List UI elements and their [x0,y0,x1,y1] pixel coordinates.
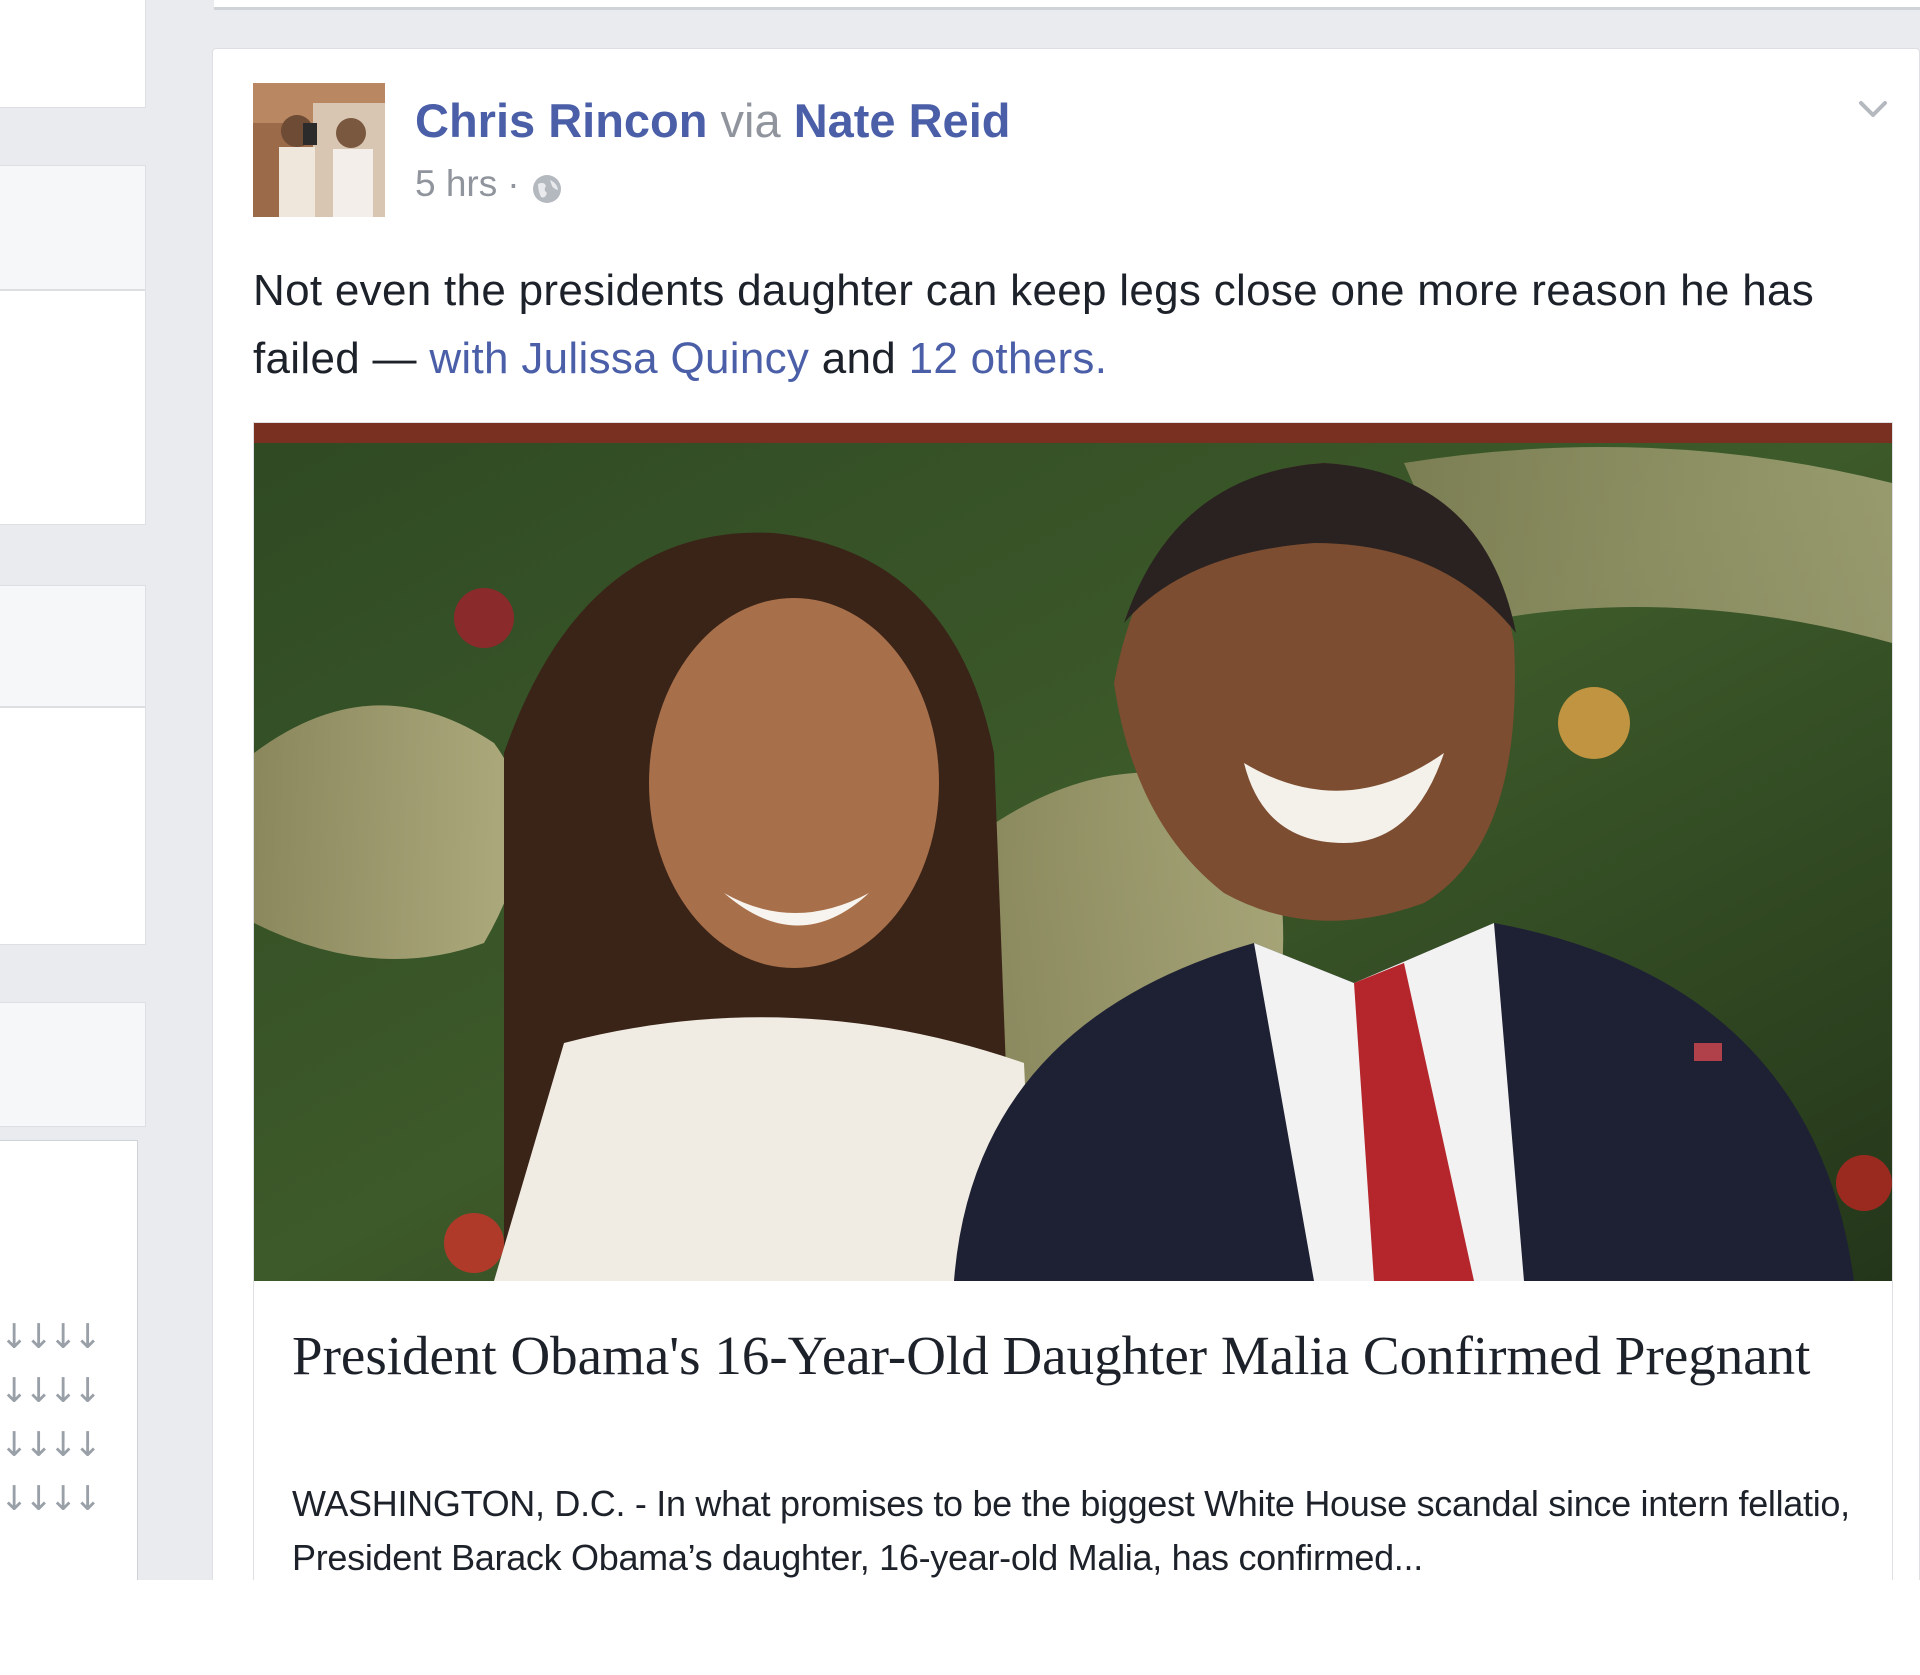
preview-image [254,423,1892,1281]
feed-post: Chris Rincon via Nate Reid 5 hrs · Not e… [212,48,1920,1580]
tagged-others-link[interactable]: 12 others [909,334,1095,383]
sidebar-card [0,165,146,290]
meta-separator: · [507,163,520,204]
author-link[interactable]: Chris Rincon [415,94,707,147]
globe-icon[interactable] [530,171,564,205]
page-bottom [0,1580,1920,1675]
with-label: with [429,334,509,383]
previous-post [214,0,1920,10]
via-label: via [720,94,781,147]
sidebar-card [0,585,146,707]
chevron-down-icon[interactable] [1853,89,1893,129]
sidebar-card [0,707,146,945]
left-sidebar: ↓↓↓↓ ↓↓↓↓ ↓↓↓↓ ↓↓↓↓ [0,0,150,1580]
timestamp-link[interactable]: 5 hrs [415,161,497,207]
sidebar-card [0,0,146,108]
article-photo [254,423,1892,1281]
avatar[interactable] [253,83,385,217]
news-feed: ↓↓↓↓ ↓↓↓↓ ↓↓↓↓ ↓↓↓↓ Chris Rincon via Nat… [0,0,1920,1580]
sidebar-card [0,1002,146,1127]
tagged-person-link[interactable]: Julissa Quincy [521,334,809,383]
post-dash: — [360,334,430,383]
post-period: . [1094,334,1108,383]
via-author-link[interactable]: Nate Reid [794,94,1011,147]
link-preview[interactable]: President Obama's 16-Year-Old Daughter M… [253,422,1893,1580]
sidebar-card [0,290,146,525]
post-message: Not even the presidents daughter can kee… [253,257,1893,393]
post-header: Chris Rincon via Nate Reid [415,93,1010,149]
down-arrows-text: ↓↓↓↓ ↓↓↓↓ ↓↓↓↓ ↓↓↓↓ [0,1317,102,1519]
preview-title[interactable]: President Obama's 16-Year-Old Daughter M… [292,1318,1852,1394]
and-label: and [821,334,897,383]
avatar-photo [253,83,385,217]
preview-description: WASHINGTON, D.C. - In what promises to b… [292,1483,1850,1578]
post-meta: 5 hrs · [415,161,564,207]
